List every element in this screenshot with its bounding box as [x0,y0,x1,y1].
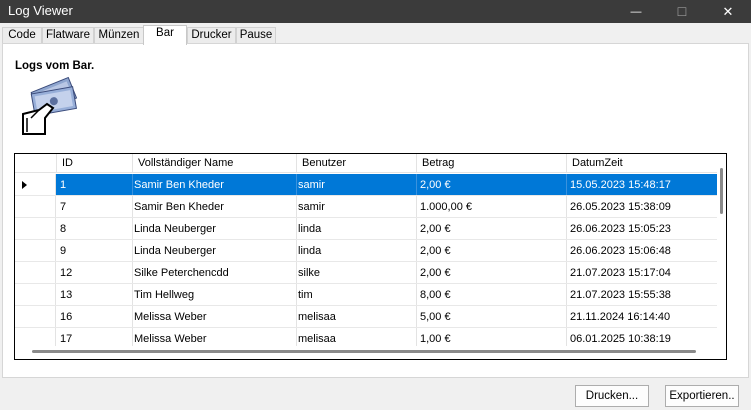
row-header[interactable] [15,240,56,261]
cell-name: Linda Neuberger [134,223,216,235]
cell-datetime: 21.11.2024 16:14:40 [570,311,671,323]
section-heading: Logs vom Bar. [15,60,95,72]
print-button[interactable]: Drucken... [575,385,649,407]
cell-name: Samir Ben Kheder [134,201,224,213]
cell-user: melisaa [298,311,336,323]
cell-amount: 8,00 € [420,289,451,301]
table-row[interactable]: 8 Linda Neuberger linda 2,00 € 26.06.202… [15,218,718,240]
row-header[interactable] [15,174,56,195]
tab-strip: Code Flatware Münzen Bar Drucker Pause [0,25,751,45]
cell-user: tim [298,289,313,301]
column-header-id[interactable]: ID [62,157,73,169]
cell-datetime: 26.05.2023 15:38:09 [570,201,671,213]
tab-munzen[interactable]: Münzen [94,27,144,44]
vertical-scroll-thumb[interactable] [720,168,723,214]
cell-name: Samir Ben Kheder [134,179,224,191]
hand-money-icon [22,76,78,135]
logs-table[interactable]: ID Vollständiger Name Benutzer Betrag Da… [14,153,727,360]
cell-amount: 2,00 € [420,179,451,191]
tab-code[interactable]: Code [2,27,42,44]
column-header-user[interactable]: Benutzer [302,157,346,169]
cell-amount: 1,00 € [420,333,451,345]
window-title: Log Viewer [8,3,73,18]
minimize-icon: — [630,5,642,18]
current-row-arrow-icon [22,181,27,189]
cell-datetime: 21.07.2023 15:17:04 [570,267,671,279]
export-button[interactable]: Exportieren.. [665,385,739,407]
row-header[interactable] [15,306,56,327]
column-header-datetime[interactable]: DatumZeit [572,157,623,169]
cell-id: 7 [60,201,67,213]
table-row[interactable]: 1 Samir Ben Kheder samir 2,00 € 15.05.20… [15,174,718,196]
row-header[interactable] [15,262,56,283]
cell-id: 9 [60,245,67,257]
tab-flatware[interactable]: Flatware [42,27,94,44]
table-row[interactable]: 7 Samir Ben Kheder samir 1.000,00 € 26.0… [15,196,718,218]
minimize-button[interactable]: — [613,0,659,23]
table-header: ID Vollständiger Name Benutzer Betrag Da… [15,154,718,173]
cell-amount: 2,00 € [420,245,451,257]
row-header[interactable] [15,284,56,305]
cell-name: Melissa Weber [134,311,207,323]
cell-amount: 2,00 € [420,267,451,279]
cell-name: Linda Neuberger [134,245,216,257]
cell-id: 16 [60,311,73,323]
tab-panel: Logs vom Bar. ID Vollständiger Name Benu… [2,43,749,378]
cell-user: linda [298,245,322,257]
cell-id: 8 [60,223,67,235]
cell-amount: 2,00 € [420,223,451,235]
table-row[interactable]: 13 Tim Hellweg tim 8,00 € 21.07.2023 15:… [15,284,718,306]
cell-name: Tim Hellweg [134,289,195,301]
cell-name: Melissa Weber [134,333,207,345]
horizontal-scrollbar[interactable] [15,346,718,359]
cell-amount: 1.000,00 € [420,201,472,213]
title-bar: Log Viewer — ☐ ✕ [0,0,751,23]
cell-datetime: 26.06.2023 15:05:23 [570,223,671,235]
tab-bar[interactable]: Bar [143,25,187,45]
horizontal-scroll-thumb[interactable] [32,350,696,353]
table-row[interactable]: 9 Linda Neuberger linda 2,00 € 26.06.202… [15,240,718,262]
cell-user: samir [298,201,325,213]
cell-user: silke [298,267,321,279]
cell-datetime: 15.05.2023 15:48:17 [570,179,671,191]
cell-name: Silke Peterchencdd [134,267,229,279]
column-header-amount[interactable]: Betrag [422,157,454,169]
tab-pause[interactable]: Pause [236,27,276,44]
cell-id: 17 [60,333,73,345]
cell-id: 1 [60,179,67,191]
cell-datetime: 21.07.2023 15:55:38 [570,289,671,301]
close-button[interactable]: ✕ [705,0,751,23]
row-header[interactable] [15,196,56,217]
cell-datetime: 06.01.2025 10:38:19 [570,333,671,345]
table-row[interactable]: 12 Silke Peterchencdd silke 2,00 € 21.07… [15,262,718,284]
close-icon: ✕ [722,3,734,19]
cell-datetime: 26.06.2023 15:06:48 [570,245,671,257]
vertical-scrollbar[interactable] [717,154,726,359]
table-row[interactable]: 16 Melissa Weber melisaa 5,00 € 21.11.20… [15,306,718,328]
row-header[interactable] [15,218,56,239]
maximize-button[interactable]: ☐ [659,0,705,23]
column-header-name[interactable]: Vollständiger Name [138,157,233,169]
cell-user: linda [298,223,322,235]
cell-id: 12 [60,267,73,279]
cell-user: melisaa [298,333,336,345]
maximize-icon: ☐ [676,4,688,19]
cell-amount: 5,00 € [420,311,451,323]
cell-id: 13 [60,289,73,301]
cell-user: samir [298,179,325,191]
tab-drucker[interactable]: Drucker [187,27,236,44]
